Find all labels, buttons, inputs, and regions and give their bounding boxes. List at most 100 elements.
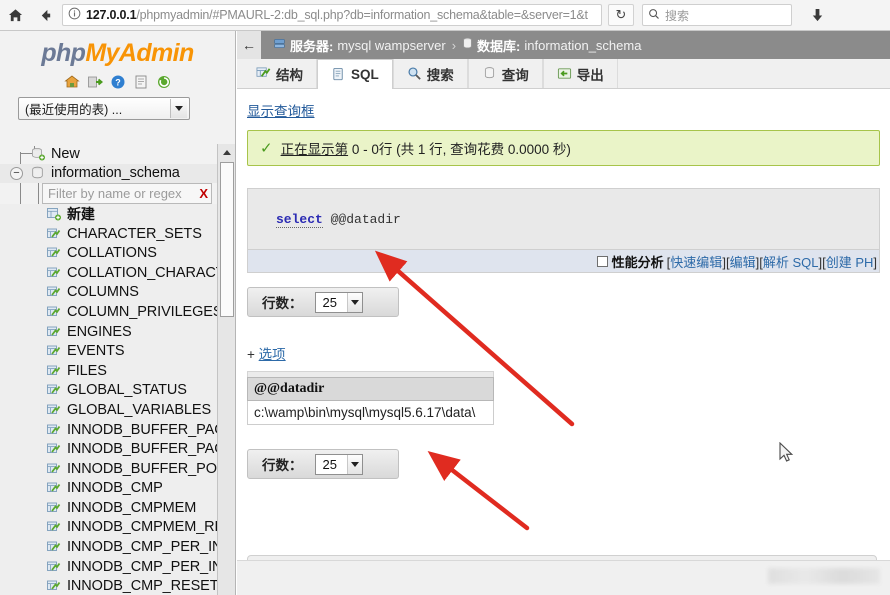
tree-tables-container: CHARACTER_SETS COLLATIONS COLLATION_CHARAC…: [0, 223, 217, 595]
new-database-icon: [30, 147, 46, 161]
profiling-checkbox[interactable]: [596, 255, 608, 267]
chevron-down-icon[interactable]: [346, 292, 362, 312]
rows-per-page-control-bottom[interactable]: 行数： 25: [247, 449, 399, 479]
table-icon: [46, 423, 62, 437]
success-range: 0 - 0: [351, 142, 379, 157]
tree-item-table[interactable]: GLOBAL_VARIABLES: [0, 400, 217, 420]
sql-action-link[interactable]: 创建 PH: [826, 255, 874, 270]
tree-item-label: ENGINES: [67, 323, 132, 340]
refresh-icon[interactable]: [156, 74, 172, 90]
tree-item-information-schema[interactable]: − information_schema: [0, 163, 217, 184]
rows-per-page-select[interactable]: 25: [314, 291, 363, 313]
browser-toolbar: 127.0.0.1/phpmyadmin/#PMAURL-2:db_sql.ph…: [0, 0, 890, 31]
clear-filter-icon[interactable]: X: [199, 186, 208, 201]
chevron-down-icon[interactable]: [170, 99, 187, 118]
sql-keyword: select: [276, 211, 323, 228]
url-path: /phpmyadmin/#PMAURL-2:db_sql.php?db=info…: [136, 8, 588, 22]
new-table-icon: [46, 207, 62, 221]
breadcrumb-database-value[interactable]: information_schema: [524, 38, 641, 53]
rows-per-page-select[interactable]: 25: [314, 453, 363, 475]
tree-item-table[interactable]: INNODB_CMPMEM_RES: [0, 517, 217, 538]
tree-item-table[interactable]: COLLATIONS: [0, 243, 217, 263]
collapse-toggle-icon[interactable]: −: [10, 166, 23, 180]
tree-item-table[interactable]: GLOBAL_STATUS: [0, 380, 217, 401]
tab-查询[interactable]: 查询: [467, 59, 543, 88]
search-input[interactable]: 搜索: [642, 4, 792, 26]
query-result-table: @@datadir c:\wamp\bin\mysql\mysql5.6.17\…: [247, 377, 494, 425]
table-icon: [46, 462, 62, 476]
tree-item-new-table[interactable]: 新建: [0, 204, 217, 224]
tree-item-label: GLOBAL_VARIABLES: [67, 401, 212, 418]
info-icon[interactable]: [68, 7, 81, 23]
recent-tables-select[interactable]: (最近使用的表) ...: [18, 97, 190, 120]
tree-item-table[interactable]: COLUMNS: [0, 282, 217, 303]
tree-item-label: INNODB_CMPMEM: [67, 499, 197, 516]
structure-icon: [256, 66, 271, 81]
tree-item-table[interactable]: ENGINES: [0, 321, 217, 342]
scroll-up-icon[interactable]: [220, 146, 234, 159]
query-success-message: ✓ 正在显示第 0 - 0行 (共 1 行, 查询花费 0.0000 秒): [247, 130, 880, 166]
download-arrow-icon[interactable]: [802, 0, 832, 30]
tree-item-table[interactable]: INNODB_BUFFER_POOL: [0, 458, 217, 479]
svg-text:?: ?: [115, 78, 121, 88]
tree-item-table[interactable]: INNODB_CMP: [0, 478, 217, 499]
show-query-box-link[interactable]: 显示查询框: [247, 100, 315, 120]
table-icon: [46, 442, 62, 456]
sql-action-link[interactable]: 快速编辑: [670, 255, 722, 270]
tree-item-table[interactable]: INNODB_CMP_RESET: [0, 576, 217, 595]
phpmyadmin-logo[interactable]: phpMyAdmin: [0, 31, 235, 66]
tree-item-label: INNODB_CMPMEM_RES: [67, 519, 217, 536]
tab-label: 结构: [276, 67, 303, 83]
tab-SQL[interactable]: SQL: [317, 59, 393, 89]
tab-结构[interactable]: 结构: [243, 59, 317, 88]
sql-action-link[interactable]: 编辑: [730, 255, 756, 270]
tree-item-table[interactable]: COLLATION_CHARACTE: [0, 262, 217, 283]
tree-item-table[interactable]: INNODB_BUFFER_PAGE: [0, 439, 217, 459]
logout-icon[interactable]: [87, 74, 103, 90]
chevron-down-icon[interactable]: [346, 454, 362, 474]
tree-item-label: INNODB_BUFFER_POOL: [67, 460, 217, 477]
search-icon: [648, 8, 660, 23]
help-icon[interactable]: ?: [110, 74, 126, 90]
sidebar-scrollbar[interactable]: [217, 144, 235, 595]
url-bar[interactable]: 127.0.0.1/phpmyadmin/#PMAURL-2:db_sql.ph…: [62, 4, 602, 26]
breadcrumb-server-value[interactable]: mysql wampserver: [337, 38, 445, 53]
tree-item-table[interactable]: INNODB_BUFFER_PAGE: [0, 419, 217, 440]
back-button[interactable]: ←: [237, 31, 261, 59]
tree-item-label: INNODB_CMP_PER_IND: [67, 539, 217, 556]
sql-action-link[interactable]: 解析 SQL: [763, 255, 819, 270]
options-toggle-link[interactable]: + 选项: [247, 343, 286, 363]
sidebar-icon-bar: ?: [0, 73, 235, 91]
tab-搜索[interactable]: 搜索: [392, 59, 468, 88]
tree-item-table[interactable]: INNODB_CMP_PER_IND: [0, 537, 217, 557]
back-arrow-icon[interactable]: [30, 0, 60, 30]
home-icon[interactable]: [0, 0, 30, 30]
table-icon: [46, 344, 62, 358]
tree-item-table[interactable]: EVENTS: [0, 341, 217, 361]
home-icon[interactable]: [63, 74, 80, 90]
sql-action-link-wrap: [解析 SQL]: [759, 255, 822, 270]
tree-item-table[interactable]: INNODB_CMPMEM: [0, 498, 217, 518]
tree-filter-input[interactable]: Filter by name or regex X: [42, 183, 212, 205]
sql-query-display[interactable]: select @@datadir: [247, 188, 880, 250]
recent-tables-wrap: (最近使用的表) ...: [0, 91, 235, 124]
table-row: c:\wamp\bin\mysql\mysql5.6.17\data\: [247, 400, 494, 425]
rows-per-page-control-top[interactable]: 行数： 25: [247, 287, 399, 317]
tree-item-table[interactable]: FILES: [0, 360, 217, 381]
table-cell[interactable]: c:\wamp\bin\mysql\mysql5.6.17\data\: [247, 400, 494, 425]
scrollbar-thumb[interactable]: [220, 162, 234, 317]
tab-导出[interactable]: 导出: [542, 59, 618, 88]
tree-item-new[interactable]: New: [0, 144, 217, 164]
tree-item-table[interactable]: CHARACTER_SETS: [0, 223, 217, 244]
column-header[interactable]: @@datadir: [247, 377, 494, 401]
tree-item-label: CHARACTER_SETS: [67, 225, 202, 242]
tree-item-table[interactable]: COLUMN_PRIVILEGES: [0, 302, 217, 322]
reload-button[interactable]: ↻: [608, 4, 634, 26]
tree-item-label: EVENTS: [67, 343, 125, 360]
docs-icon[interactable]: [133, 74, 149, 90]
success-detail: (共 1 行, 查询花费 0.0000 秒): [396, 142, 571, 157]
check-icon: ✓: [260, 140, 273, 157]
export-icon: [557, 66, 572, 81]
navigation-sidebar: phpMyAdmin ? (最近使用的表) ... New − informat…: [0, 31, 236, 595]
tree-item-table[interactable]: INNODB_CMP_PER_IND: [0, 556, 217, 577]
